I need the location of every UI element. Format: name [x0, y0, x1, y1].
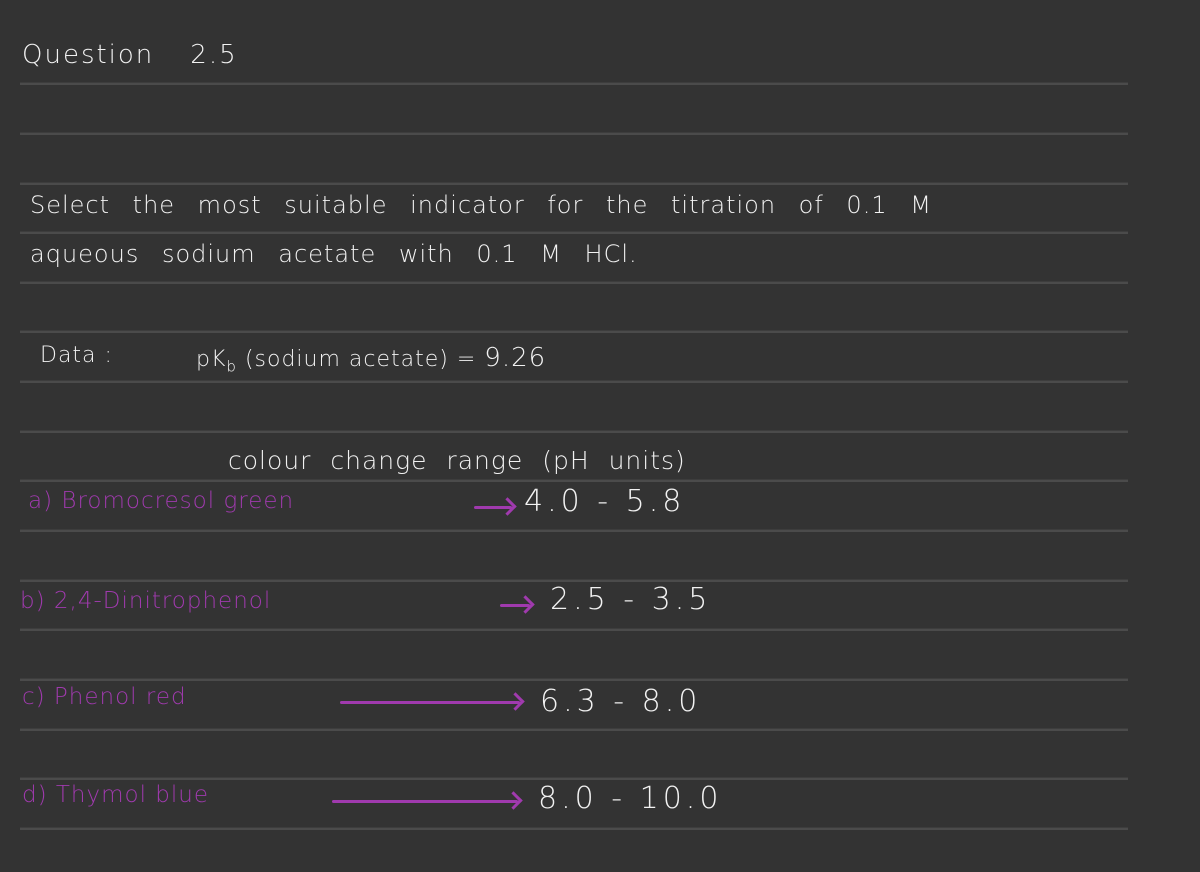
arrow-icon: [500, 604, 530, 607]
ruled-line: [20, 728, 1128, 731]
ruled-line: [20, 380, 1128, 383]
ruled-line: [20, 777, 1128, 780]
indicator-range: 8.0 - 10.0: [538, 781, 723, 816]
arrow-icon: [332, 800, 518, 803]
arrow-icon: [474, 506, 512, 509]
ruled-line: [20, 281, 1128, 284]
ruled-line: [20, 82, 1128, 85]
title-label: Question: [22, 40, 155, 70]
ruled-line: [20, 479, 1128, 482]
ruled-line: [20, 231, 1128, 234]
indicator-range: 4.0 - 5.8: [524, 484, 686, 519]
question-line-1: Select the most suitable indicator for t…: [30, 191, 932, 219]
ruled-line: [20, 430, 1128, 433]
data-label: Data :: [40, 343, 113, 368]
ruled-line: [20, 628, 1128, 631]
indicator-name: a) Bromocresol green: [28, 488, 295, 514]
ruled-line: [20, 182, 1128, 185]
question-line-2: aqueous sodium acetate with 0.1 M HCl.: [30, 240, 638, 268]
colour-change-range-header: colour change range (pH units): [228, 446, 686, 475]
pkb-subscript: b: [226, 357, 237, 376]
pkb-value: 9.26: [484, 343, 547, 373]
ruled-line: [20, 529, 1128, 532]
indicator-name: b) 2,4-Dinitrophenol: [20, 588, 272, 614]
indicator-range: 6.3 - 8.0: [540, 684, 702, 719]
ruled-line: [20, 827, 1128, 830]
ruled-line: [20, 132, 1128, 135]
arrow-icon: [340, 701, 520, 704]
pkb-expression: pKb (sodium acetate) = 9.26: [196, 343, 546, 375]
indicator-range: 2.5 - 3.5: [550, 582, 712, 617]
question-number: 2.5: [190, 40, 238, 70]
page-title: Question 2.5: [22, 40, 238, 70]
indicator-name: d) Thymol blue: [22, 782, 210, 808]
pkb-subject: (sodium acetate) =: [244, 347, 477, 372]
indicator-name: c) Phenol red: [22, 684, 187, 710]
pkb-symbol: pK: [196, 347, 227, 372]
ruled-line: [20, 678, 1128, 681]
ruled-line: [20, 330, 1128, 333]
